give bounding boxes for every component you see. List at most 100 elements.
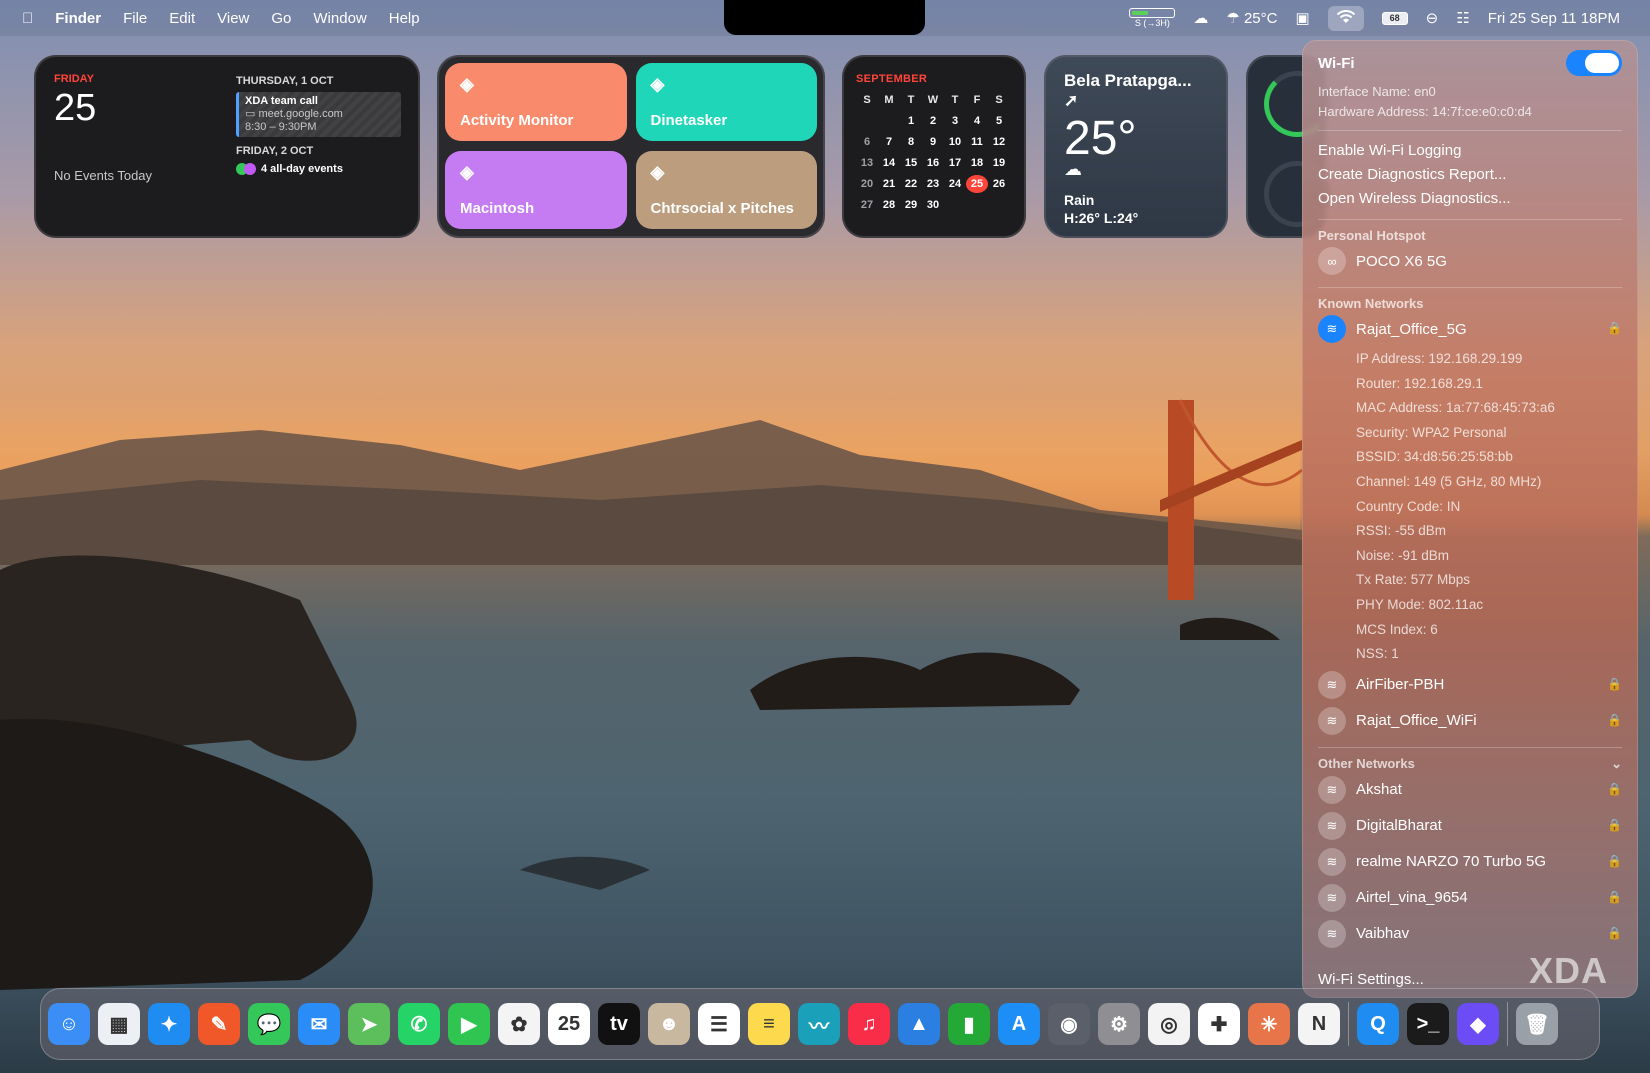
weather-widget[interactable]: Bela Pratapga... ➚ 25° ☁ Rain H:26° L:24… (1044, 55, 1228, 238)
wifi-icon: ≋ (1318, 775, 1346, 804)
wifi-icon: ≋ (1318, 670, 1346, 699)
music-icon[interactable]: ♫ (848, 1003, 890, 1045)
connection-details: IP Address: 192.168.29.199 Router: 192.16… (1318, 347, 1622, 667)
claude-icon[interactable]: ✳ (1248, 1003, 1290, 1045)
calendar-day: 4 (973, 115, 981, 127)
camera-notch (724, 0, 925, 35)
battery-status-widget[interactable]: S (→3H) (1129, 8, 1176, 28)
weekday-header: S (863, 94, 871, 106)
terminal-icon[interactable]: >_ (1407, 1003, 1449, 1045)
menu-help[interactable]: Help (389, 10, 420, 27)
xda-watermark: XDA (1528, 950, 1608, 991)
reminders-icon[interactable]: ☰ (698, 1003, 740, 1045)
maps-icon[interactable]: ➤ (348, 1003, 390, 1045)
create-diagnostics-report[interactable]: Create Diagnostics Report... (1318, 163, 1622, 187)
disk-utility-icon[interactable]: ◉ (1048, 1003, 1090, 1045)
network-name: realme NARZO 70 Turbo 5G (1356, 853, 1547, 871)
weather-hilo: H:26° L:24° (1064, 210, 1139, 226)
shortcut-label: Activity Monitor (460, 112, 574, 129)
lock-icon: 🔒 (1607, 853, 1622, 868)
calendar-day: 9 (929, 136, 937, 148)
finder-icon[interactable]: ☺ (48, 1003, 90, 1045)
shortcuts-icon[interactable]: ◆ (1457, 1003, 1499, 1045)
wifi-settings-link[interactable]: Wi-Fi Settings... (1318, 971, 1424, 988)
calendar-day: 26 (992, 178, 1006, 190)
calendar-day: 11 (971, 136, 983, 148)
network-item-other[interactable]: ≋ Akshat 🔒 (1318, 772, 1622, 808)
focus-icon[interactable]: ⊖ (1426, 11, 1439, 26)
system-settings-icon[interactable]: ⚙ (1098, 1003, 1140, 1045)
freeform-icon[interactable]: 〰 (798, 1003, 840, 1045)
shortcut-dinetasker[interactable]: ◈ Dinetasker (635, 63, 817, 141)
control-center-icon[interactable]: ☷ (1456, 11, 1469, 26)
shortcut-chtrsocial-pitches[interactable]: ◈ Chtrsocial x Pitches (635, 151, 817, 229)
weekday-header: M (884, 94, 894, 106)
pages-icon[interactable]: ✎ (198, 1003, 240, 1045)
connection-detail: Country Code: IN (1356, 498, 1461, 514)
connection-detail: BSSID: 34:d8:56:25:58:bb (1356, 449, 1513, 465)
other-networks-label: Other Networks (1318, 755, 1415, 771)
network-item-other[interactable]: ≋ Airtel_vina_9654 🔒 (1318, 880, 1622, 916)
lock-icon: 🔒 (1607, 889, 1622, 904)
app-store-icon[interactable]: A (998, 1003, 1040, 1045)
calendar-event[interactable]: XDA team call ▭ meet.google.com 8:30 – 9… (236, 92, 401, 137)
hotspot-item[interactable]: ∞ POCO X6 5G (1318, 243, 1622, 279)
open-wireless-diagnostics[interactable]: Open Wireless Diagnostics... (1318, 187, 1622, 211)
other-networks-header[interactable]: Other Networks ⌄ (1318, 756, 1622, 772)
network-item-airfiber[interactable]: ≋ AirFiber-PBH 🔒 (1318, 667, 1622, 703)
slack-icon[interactable]: ✚ (1198, 1003, 1240, 1045)
lock-icon: 🔒 (1607, 676, 1622, 691)
menu-finder[interactable]: Finder (55, 10, 101, 27)
quicktime-icon[interactable]: Q (1357, 1003, 1399, 1045)
battery-icon[interactable]: 68 (1381, 11, 1408, 25)
numbers-icon[interactable]: ▮ (948, 1003, 990, 1045)
network-item-other[interactable]: ≋ Vaibhav 🔒 (1318, 916, 1622, 952)
network-item-other[interactable]: ≋ DigitalBharat 🔒 (1318, 808, 1622, 844)
safari-icon[interactable]: ✦ (148, 1003, 190, 1045)
calendar-up-next-widget[interactable]: FRIDAY 25 No Events Today THURSDAY, 1 OC… (34, 55, 420, 238)
divider (1318, 746, 1622, 748)
divider (1318, 219, 1622, 220)
trash-icon[interactable]: 🗑 (1516, 1003, 1558, 1045)
apple-menu-icon[interactable]:  (22, 11, 33, 26)
network-item-connected[interactable]: ≋ Rajat_Office_5G 🔒 (1318, 311, 1622, 347)
menu-view[interactable]: View (217, 10, 249, 27)
launchpad-icon[interactable]: ▦ (98, 1003, 140, 1045)
menu-window[interactable]: Window (313, 10, 366, 27)
keynote-icon[interactable]: ▲ (898, 1003, 940, 1045)
menubar-weather[interactable]: ☂ 25°C (1226, 10, 1277, 27)
facetime-icon[interactable]: ▶ (448, 1003, 490, 1045)
messages-icon[interactable]: 💬 (248, 1003, 290, 1045)
whatsapp-icon[interactable]: ✆ (398, 1003, 440, 1045)
menubar-clock[interactable]: Fri 25 Sep 11 18PM (1488, 10, 1620, 27)
enable-wifi-logging[interactable]: Enable Wi-Fi Logging (1318, 139, 1622, 163)
all-day-events[interactable]: 4 all-day events (236, 163, 401, 175)
shortcut-macintosh[interactable]: ◈ Macintosh (445, 151, 627, 229)
wifi-toggle[interactable] (1566, 50, 1622, 76)
network-name: DigitalBharat (1356, 817, 1442, 835)
network-item-other[interactable]: ≋ realme NARZO 70 Turbo 5G 🔒 (1318, 844, 1622, 880)
wifi-status-icon[interactable] (1327, 5, 1364, 31)
mail-icon[interactable]: ✉ (298, 1003, 340, 1045)
menu-file[interactable]: File (123, 10, 147, 27)
menubar-weather-text: 25°C (1243, 9, 1278, 27)
connection-detail: NSS: 1 (1356, 646, 1399, 662)
notion-icon[interactable]: N (1298, 1003, 1340, 1045)
calendar-icon[interactable]: 25 (548, 1003, 590, 1045)
month-calendar-widget[interactable]: SEPTEMBER S M T W T F S 1 2 3 4 5 6 7 8 9 10 11 12 13 14 15 16… (842, 55, 1026, 238)
notes-icon[interactable]: ≡ (748, 1003, 790, 1045)
menu-edit[interactable]: Edit (169, 10, 195, 27)
network-item-rajat-office-wifi[interactable]: ≋ Rajat_Office_WiFi 🔒 (1318, 703, 1622, 739)
creative-cloud-icon[interactable]: ☁ (1193, 11, 1208, 26)
display-icon[interactable]: ▣ (1295, 11, 1309, 26)
chrome-icon[interactable]: ◎ (1148, 1003, 1190, 1045)
photos-icon[interactable]: ✿ (498, 1003, 540, 1045)
known-networks-header: Known Networks (1318, 296, 1424, 311)
weather-temp: 25° (1064, 112, 1137, 165)
contacts-icon[interactable]: ☻ (648, 1003, 690, 1045)
menu-go[interactable]: Go (271, 10, 291, 27)
calendar-day: 15 (904, 157, 918, 169)
apple-tv-icon[interactable]: tv (598, 1003, 640, 1045)
shortcut-activity-monitor[interactable]: ◈ Activity Monitor (445, 63, 627, 141)
lock-icon: 🔒 (1607, 321, 1622, 335)
